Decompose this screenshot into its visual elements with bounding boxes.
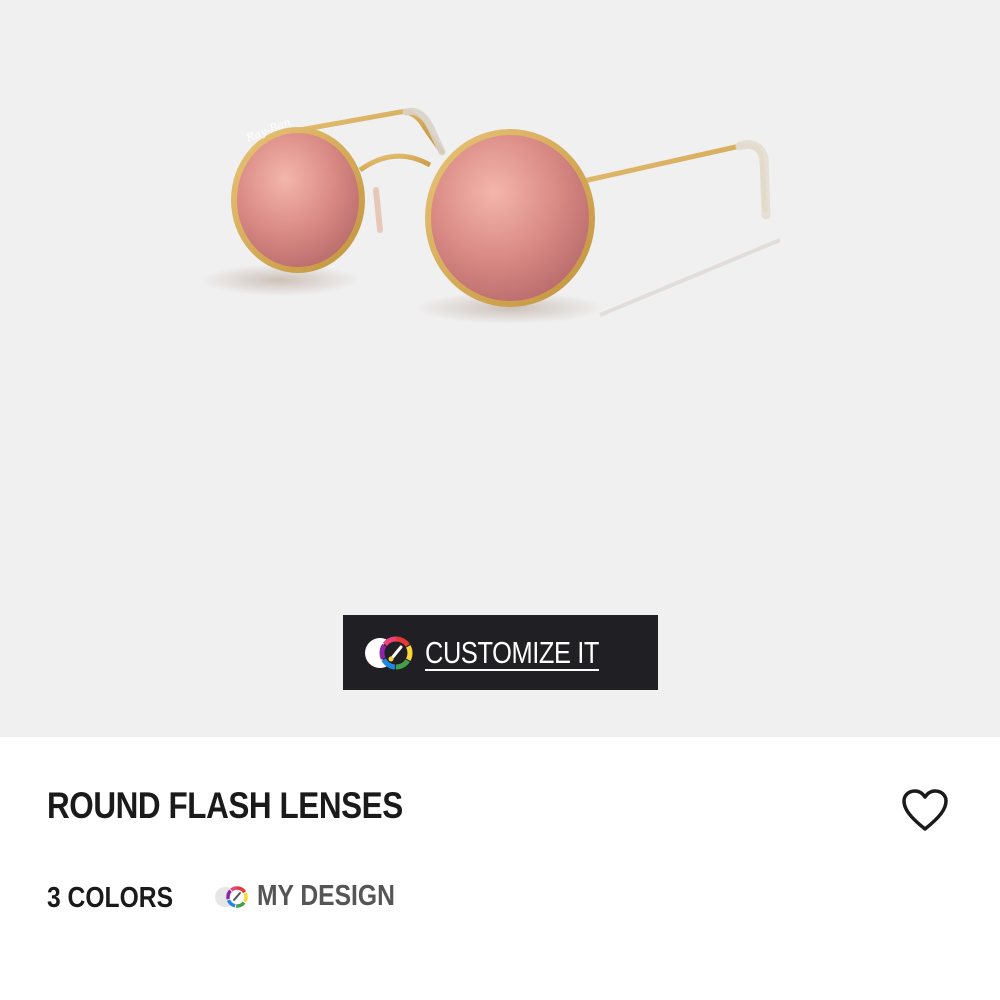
temple-shadow — [599, 238, 781, 317]
product-image-sunglasses[interactable]: Ray-Ban — [180, 90, 820, 350]
my-design-link[interactable]: MY DESIGN — [213, 880, 419, 913]
color-wheel-icon — [365, 636, 413, 669]
colors-count[interactable]: 3 COLORS — [47, 882, 173, 915]
customize-it-label: CUSTOMIZE IT — [425, 634, 600, 670]
product-image-area: Ray-Ban CUSTOMIZE IT — [0, 0, 1000, 737]
my-design-label: MY DESIGN — [257, 880, 395, 912]
right-lens — [425, 129, 595, 307]
color-wheel-icon — [215, 885, 248, 908]
left-lens — [231, 127, 365, 273]
far-temple-tip — [402, 107, 446, 156]
product-title[interactable]: ROUND FLASH LENSES — [47, 785, 403, 827]
near-temple — [585, 142, 768, 213]
product-info: ROUND FLASH LENSES 3 COLORS MY DESIGN — [0, 737, 1000, 1000]
heart-outline-icon[interactable] — [900, 787, 950, 833]
near-temple-tip — [735, 140, 771, 220]
customize-it-button[interactable]: CUSTOMIZE IT — [343, 615, 658, 690]
bridge — [358, 153, 432, 173]
nose-pad — [373, 187, 383, 233]
